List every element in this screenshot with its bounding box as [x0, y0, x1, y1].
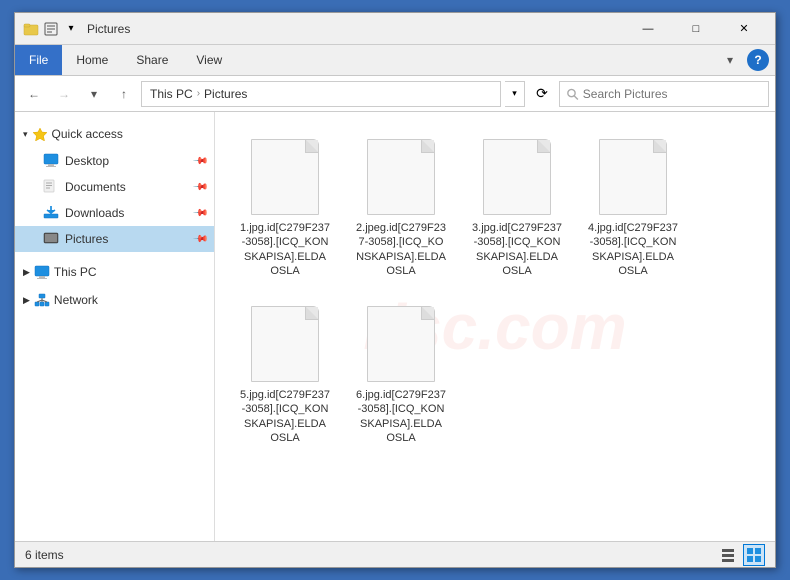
maximize-button[interactable]: □ [673, 13, 719, 45]
chevron-right-icon: ▶ [23, 267, 30, 278]
search-input[interactable] [583, 87, 762, 101]
tab-file[interactable]: File [15, 45, 62, 75]
list-view-icon [720, 547, 736, 563]
forward-button[interactable]: → [51, 81, 77, 107]
pin-icon: 📌 [191, 153, 208, 170]
pin-icon-pics: 📌 [191, 231, 208, 248]
this-pc-label: This PC [54, 265, 97, 279]
file-icon [249, 137, 321, 217]
view-list-button[interactable] [717, 544, 739, 566]
sidebar-item-downloads[interactable]: Downloads 📌 [15, 200, 214, 226]
minimize-button[interactable]: — [625, 13, 671, 45]
file-name: 4.jpg.id[C279F237-3058].[ICQ_KONSKAPISA]… [588, 221, 678, 278]
view-tiles-button[interactable] [743, 544, 765, 566]
file-item[interactable]: 3.jpg.id[C279F237-3058].[ICQ_KONSKAPISA]… [467, 132, 567, 283]
recent-locations-button[interactable]: ▾ [81, 81, 107, 107]
chevron-right-icon-net: ▶ [23, 295, 30, 306]
desktop-icon [43, 153, 59, 170]
this-pc-icon [34, 265, 50, 279]
breadcrumb-this-pc[interactable]: This PC [150, 87, 193, 101]
view-controls [717, 544, 765, 566]
close-button[interactable]: ✕ [721, 13, 767, 45]
sidebar-item-documents[interactable]: Documents 📌 [15, 174, 214, 200]
item-count: 6 items [25, 548, 64, 562]
ribbon-collapse-button[interactable]: ▾ [717, 47, 743, 73]
sidebar-item-pictures[interactable]: Pictures 📌 [15, 226, 214, 252]
ribbon-tabs: File Home Share View ▾ ? [15, 45, 775, 75]
file-item[interactable]: 2.jpeg.id[C279F237-3058].[ICQ_KONSKAPISA… [351, 132, 451, 283]
file-name: 6.jpg.id[C279F237-3058].[ICQ_KONSKAPISA]… [356, 388, 446, 445]
documents-label: Documents [65, 180, 126, 194]
file-item[interactable]: 4.jpg.id[C279F237-3058].[ICQ_KONSKAPISA]… [583, 132, 683, 283]
files-grid: 1.jpg.id[C279F237-3058].[ICQ_KONSKAPISA]… [227, 124, 763, 458]
tiles-view-icon [746, 547, 762, 563]
sidebar: ▾ Quick access Desktop 📌 [15, 112, 215, 541]
network-label: Network [54, 293, 98, 307]
breadcrumb-pictures[interactable]: Pictures [204, 87, 247, 101]
up-button[interactable]: ↑ [111, 81, 137, 107]
downloads-icon [43, 205, 59, 222]
quick-access-header[interactable]: ▾ Quick access [15, 120, 214, 148]
qat-properties[interactable] [43, 21, 59, 37]
file-item[interactable]: 1.jpg.id[C279F237-3058].[ICQ_KONSKAPISA]… [235, 132, 335, 283]
pictures-icon [43, 231, 59, 248]
file-icon [365, 137, 437, 217]
folder-icon [23, 21, 39, 37]
qat-dropdown[interactable]: ▾ [63, 21, 79, 37]
search-icon [566, 87, 579, 101]
quick-access-icon [32, 127, 48, 141]
refresh-button[interactable]: ⟳ [529, 81, 555, 107]
ribbon: File Home Share View ▾ ? [15, 45, 775, 76]
desktop-label: Desktop [65, 154, 109, 168]
file-icon [365, 304, 437, 384]
tab-view[interactable]: View [182, 45, 236, 75]
downloads-label: Downloads [65, 206, 124, 220]
file-name: 2.jpeg.id[C279F237-3058].[ICQ_KONSKAPISA… [356, 221, 446, 278]
file-name: 1.jpg.id[C279F237-3058].[ICQ_KONSKAPISA]… [240, 221, 330, 278]
help-button[interactable]: ? [747, 49, 769, 71]
window-controls: — □ ✕ [625, 13, 767, 45]
window-title: Pictures [87, 22, 625, 36]
documents-icon [43, 179, 59, 196]
main-area: ▾ Quick access Desktop 📌 [15, 112, 775, 541]
quick-access-label: Quick access [52, 127, 123, 141]
pictures-label: Pictures [65, 232, 108, 246]
title-bar: ▾ Pictures — □ ✕ [15, 13, 775, 45]
file-name: 5.jpg.id[C279F237-3058].[ICQ_KONSKAPISA]… [240, 388, 330, 445]
file-item[interactable]: 6.jpg.id[C279F237-3058].[ICQ_KONSKAPISA]… [351, 299, 451, 450]
tab-home[interactable]: Home [62, 45, 122, 75]
network-header[interactable]: ▶ Network [15, 286, 214, 314]
file-item[interactable]: 5.jpg.id[C279F237-3058].[ICQ_KONSKAPISA]… [235, 299, 335, 450]
file-icon [597, 137, 669, 217]
file-name: 3.jpg.id[C279F237-3058].[ICQ_KONSKAPISA]… [472, 221, 562, 278]
status-bar: 6 items [15, 541, 775, 567]
chevron-down-icon: ▾ [23, 129, 28, 140]
search-bar [559, 81, 769, 107]
pin-icon-dl: 📌 [191, 205, 208, 222]
pin-icon-docs: 📌 [191, 179, 208, 196]
address-bar: ← → ▾ ↑ This PC › Pictures ▾ ⟳ [15, 76, 775, 112]
content-area: risc.com 1.jpg.id[C279F237-3058].[ICQ_KO… [215, 112, 775, 541]
breadcrumb-bar: This PC › Pictures [141, 81, 501, 107]
this-pc-header[interactable]: ▶ This PC [15, 258, 214, 286]
address-dropdown-button[interactable]: ▾ [505, 81, 525, 107]
back-button[interactable]: ← [21, 81, 47, 107]
breadcrumb-separator: › [197, 88, 200, 99]
title-bar-icons: ▾ [23, 21, 79, 37]
network-icon [34, 293, 50, 307]
file-icon [481, 137, 553, 217]
sidebar-item-desktop[interactable]: Desktop 📌 [15, 148, 214, 174]
tab-share[interactable]: Share [122, 45, 182, 75]
explorer-window: ▾ Pictures — □ ✕ File Home Share View ▾ … [14, 12, 776, 568]
file-icon [249, 304, 321, 384]
